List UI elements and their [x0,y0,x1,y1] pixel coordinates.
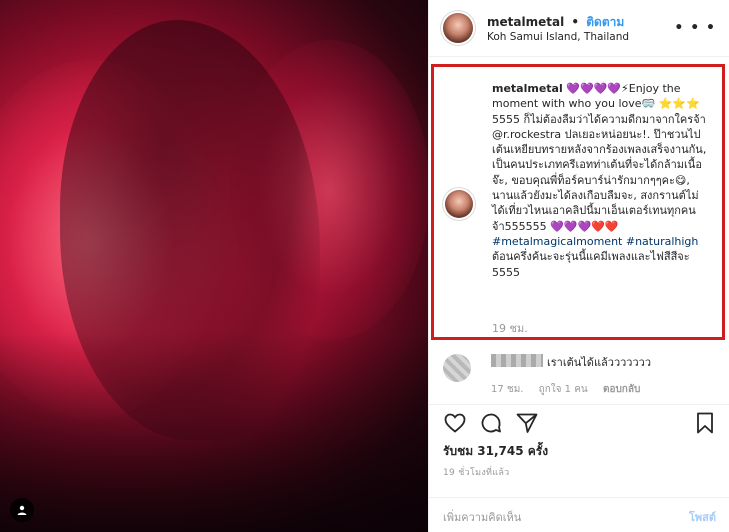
commenter-avatar-blurred[interactable] [443,354,471,382]
post-comment-button[interactable]: โพสต์ [689,508,716,526]
comment-time: 17 ชม. [491,384,524,395]
heart-icon[interactable] [443,411,467,435]
instagram-post-viewer: metalmetal • ติดตาม Koh Samui Island, Th… [0,0,729,532]
post-timestamp: 19 ชั่วโมงที่แล้ว [443,468,510,478]
caption-avatar[interactable] [445,190,473,218]
post-header: metalmetal • ติดตาม Koh Samui Island, Th… [429,0,729,57]
caption-body: 💜💜💜💜⚡Enjoy the moment with who you love🥽… [492,82,707,233]
bookmark-icon[interactable] [693,411,717,435]
share-icon[interactable] [515,411,539,435]
view-count[interactable]: รับชม 31,745 ครั้ง [443,442,548,461]
video-bottom-shade [0,332,428,532]
author-username[interactable]: metalmetal [487,15,564,29]
comment-input[interactable]: เพิ่มความคิดเห็น [443,508,521,526]
commenter-username-blurred[interactable] [491,354,543,367]
caption-hashtags[interactable]: #metalmagicalmoment #naturalhigh [492,235,698,248]
follow-button[interactable]: ติดตาม [586,15,624,29]
comment-icon[interactable] [479,411,503,435]
caption-tail: ต้อนครึ่งค้นะจะรุ่นนี้แคมีเพลงและไฟสีสีจ… [492,250,690,279]
comment-meta: 17 ชม. ถูกใจ 1 คน ตอบกลับ [491,382,652,397]
comment-item: เราเต้นได้แล้ววววววว 17 ชม. ถูกใจ 1 คน ต… [429,346,729,404]
post-video[interactable] [0,0,428,532]
more-options-icon[interactable]: • • • [674,20,716,36]
post-side-panel: metalmetal • ติดตาม Koh Samui Island, Th… [428,0,729,532]
caption-timestamp: 19 ชม. [492,322,528,335]
user-tag-icon[interactable] [10,498,34,522]
reply-button[interactable]: ตอบกลับ [603,384,640,395]
author-line: metalmetal • ติดตาม [487,13,624,32]
location-link[interactable]: Koh Samui Island, Thailand [487,31,629,43]
comment-text: เราเต้นได้แล้ววววววว [547,356,652,369]
separator-dot: • [571,15,580,29]
action-bar [429,404,729,444]
add-comment-bar: เพิ่มความคิดเห็น โพสต์ [429,497,729,532]
caption-highlight: metalmetal 💜💜💜💜⚡Enjoy the moment with wh… [431,64,725,340]
author-avatar[interactable] [443,13,473,43]
comment-likes[interactable]: ถูกใจ 1 คน [539,384,588,395]
caption-username[interactable]: metalmetal [492,82,563,95]
caption-text: metalmetal 💜💜💜💜⚡Enjoy the moment with wh… [492,81,710,280]
